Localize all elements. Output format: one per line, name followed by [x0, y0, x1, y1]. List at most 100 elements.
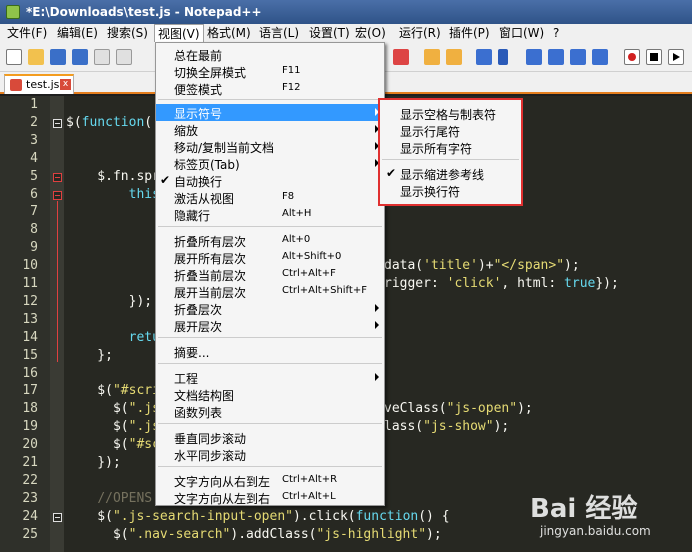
tab-test-js[interactable]: test.js x — [4, 74, 74, 94]
code-line-tail: veClass("js-open"); — [384, 401, 533, 417]
menu-item-shortcut: F8 — [282, 191, 295, 202]
replace-icon[interactable] — [393, 49, 409, 65]
code-line-tail: rigger: 'click', html: true}); — [384, 276, 619, 291]
submenu-item-label: 显示换行符 — [400, 185, 461, 199]
line-number: 12 — [22, 293, 38, 309]
view-menu-item[interactable]: 展开所有层次 Alt+Shift+0 — [156, 249, 384, 266]
submenu-item-label: 显示所有字符 — [400, 142, 473, 156]
view-menu-item[interactable]: 展开当前层次 Ctrl+Alt+Shift+F — [156, 283, 384, 300]
view-menu-item[interactable]: 便签模式 F12 — [156, 80, 384, 97]
view-menu-item[interactable]: 激活从视图 F8 — [156, 189, 384, 206]
view-menu-item[interactable]: 文字方向从左到右 Ctrl+Alt+L — [156, 489, 384, 506]
view-menu-item[interactable]: 工程 — [156, 369, 384, 386]
code-line: $(".nav-search").addClass("js-highlight"… — [66, 526, 442, 542]
sync-vertical-icon[interactable] — [424, 49, 440, 65]
view-menu-item[interactable]: 文字方向从右到左 Ctrl+Alt+R — [156, 472, 384, 489]
sync-horizontal-icon[interactable] — [446, 49, 462, 65]
view-menu-item[interactable]: 移动/复制当前文档 — [156, 138, 384, 155]
code-line: //OPENS S — [97, 490, 168, 506]
submenu-item[interactable]: 显示所有字符 — [380, 139, 521, 156]
submenu-item-label: 显示空格与制表符 — [400, 108, 497, 122]
line-number: 24 — [22, 508, 38, 524]
folder-workspace-icon[interactable] — [592, 49, 608, 65]
checkmark-icon: ✔ — [386, 166, 397, 180]
word-wrap-icon[interactable] — [476, 49, 492, 65]
menu-item-shortcut: Ctrl+Alt+F — [282, 268, 336, 279]
show-all-chars-icon[interactable] — [498, 49, 508, 65]
tab-close-icon[interactable]: x — [60, 79, 71, 90]
document-map-icon[interactable] — [548, 49, 564, 65]
submenu-item[interactable]: ✔ 显示缩进参考线 — [380, 165, 521, 182]
view-menu-item[interactable]: 文档结构图 — [156, 386, 384, 403]
menu-4[interactable]: 格式(M) — [204, 24, 254, 42]
view-menu-item[interactable]: 垂直同步滚动 — [156, 429, 384, 446]
code-line: $("#scrim — [66, 383, 168, 399]
function-list-icon[interactable] — [570, 49, 586, 65]
menu-item-label: 缩放 — [174, 124, 199, 138]
view-menu-item[interactable]: 总在最前 — [156, 46, 384, 63]
menu-item-shortcut: Ctrl+Alt+L — [282, 491, 336, 502]
fold-toggle-icon[interactable] — [53, 118, 62, 128]
submenu-arrow-icon — [375, 373, 379, 381]
view-menu-item[interactable]: 切换全屏模式 F11 — [156, 63, 384, 80]
menu-item-shortcut: F12 — [282, 82, 301, 93]
line-number: 25 — [22, 526, 38, 542]
checkmark-icon: ✔ — [160, 173, 171, 187]
view-menu-item[interactable]: 函数列表 — [156, 403, 384, 420]
line-number: 17 — [22, 383, 38, 399]
view-menu-item[interactable]: 隐藏行 Alt+H — [156, 206, 384, 223]
record-macro-icon[interactable] — [624, 49, 640, 65]
fold-toggle-icon[interactable] — [53, 190, 62, 200]
view-menu-item[interactable]: 缩放 — [156, 121, 384, 138]
menu-10[interactable]: 窗口(W) — [496, 24, 547, 42]
fold-toggle-icon[interactable] — [53, 172, 62, 182]
menu-item-label: 折叠所有层次 — [174, 235, 247, 249]
title-bar: *E:\Downloads\test.js - Notepad++ — [0, 0, 692, 24]
line-number: 2 — [30, 114, 38, 130]
new-file-icon[interactable] — [6, 49, 22, 65]
menu-7[interactable]: 宏(O) — [352, 24, 389, 42]
view-menu-item[interactable]: 标签页(Tab) — [156, 155, 384, 172]
open-file-icon[interactable] — [28, 49, 44, 65]
menu-item-label: 垂直同步滚动 — [174, 432, 247, 446]
watermark-logo: Bai 经验 — [530, 494, 638, 524]
close-all-icon[interactable] — [116, 49, 132, 65]
view-menu-item[interactable]: 折叠所有层次 Alt+0 — [156, 232, 384, 249]
view-menu-item[interactable]: 水平同步滚动 — [156, 446, 384, 463]
submenu-item[interactable]: 显示空格与制表符 — [380, 105, 521, 122]
save-icon[interactable] — [50, 49, 66, 65]
menu-5[interactable]: 语言(L) — [256, 24, 302, 42]
line-number: 5 — [30, 168, 38, 184]
view-menu-item[interactable]: ✔ 自动换行 — [156, 172, 384, 189]
view-menu-item[interactable]: 显示符号 — [156, 104, 384, 121]
menu-9[interactable]: 插件(P) — [446, 24, 493, 42]
indent-guide-icon[interactable] — [526, 49, 542, 65]
close-file-icon[interactable] — [94, 49, 110, 65]
menu-0[interactable]: 文件(F) — [4, 24, 50, 42]
stop-macro-icon[interactable] — [646, 49, 662, 65]
submenu-item[interactable]: 显示行尾符 — [380, 122, 521, 139]
menu-1[interactable]: 编辑(E) — [54, 24, 101, 42]
code-line: }); — [66, 293, 153, 309]
menu-item-label: 切换全屏模式 — [174, 66, 247, 80]
line-number: 6 — [30, 186, 38, 202]
submenu-arrow-icon — [375, 304, 379, 312]
menu-item-label: 展开层次 — [174, 320, 223, 334]
menu-8[interactable]: 运行(R) — [396, 24, 444, 42]
submenu-item[interactable]: 显示换行符 — [380, 182, 521, 199]
menu-3[interactable]: 视图(V) — [154, 24, 204, 42]
menu-item-label: 标签页(Tab) — [174, 158, 240, 172]
menu-11[interactable]: ? — [550, 24, 562, 42]
view-menu-item[interactable]: 折叠当前层次 Ctrl+Alt+F — [156, 266, 384, 283]
menu-2[interactable]: 搜索(S) — [104, 24, 151, 42]
menu-item-label: 展开所有层次 — [174, 252, 247, 266]
menu-6[interactable]: 设置(T) — [306, 24, 353, 42]
save-all-icon[interactable] — [72, 49, 88, 65]
view-menu-item[interactable]: 折叠层次 — [156, 300, 384, 317]
menu-separator — [158, 423, 382, 424]
code-line: $(".js- — [66, 401, 168, 417]
play-macro-icon[interactable] — [668, 49, 684, 65]
fold-toggle-icon[interactable] — [53, 512, 62, 522]
view-menu-item[interactable]: 摘要... — [156, 343, 384, 360]
view-menu-item[interactable]: 展开层次 — [156, 317, 384, 334]
